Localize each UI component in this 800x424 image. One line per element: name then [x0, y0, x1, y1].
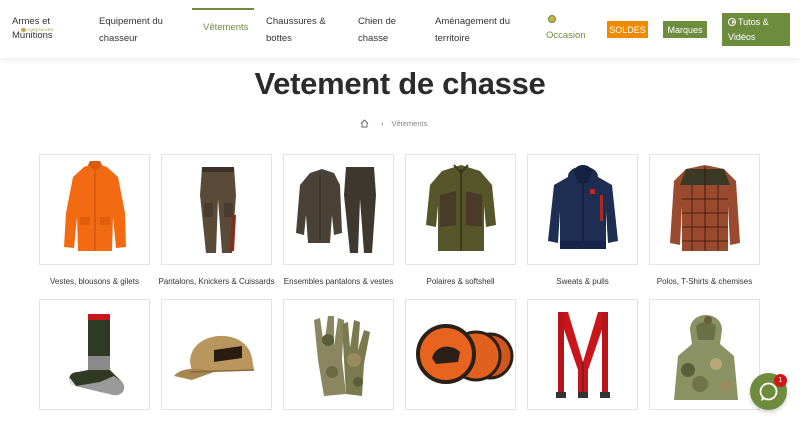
occasion-icon	[548, 15, 556, 23]
tutos-videos-button[interactable]: Tutos & Vidéos	[722, 13, 790, 46]
camo-hood-icon	[674, 315, 738, 400]
green-fleece-icon	[426, 164, 496, 251]
nav-label: territoire	[435, 33, 470, 44]
cap-icon	[174, 335, 255, 380]
play-icon	[728, 17, 736, 26]
category-caption[interactable]: Sweats & pulls	[515, 277, 650, 286]
nav-label: Aménagement du	[435, 16, 510, 27]
navy-hoodie-icon	[548, 165, 618, 249]
category-card-casquettes[interactable]	[161, 299, 272, 410]
category-caption[interactable]: Ensembles pantalons & vestes	[271, 277, 406, 286]
brown-trousers-icon	[200, 167, 236, 253]
nav-chien[interactable]: Chien de chasse	[358, 13, 396, 47]
main-navigation: Armes et Munitions CHASSEURS Equipement …	[0, 0, 800, 58]
nav-chaussures[interactable]: Chaussures & bottes	[266, 13, 326, 47]
tutos-label: Tutos &	[738, 16, 769, 27]
nav-label: chasse	[358, 33, 389, 44]
nav-vetements[interactable]: Vêtements	[203, 22, 248, 33]
camo-gloves-icon	[314, 316, 370, 396]
socks-icon	[69, 314, 125, 396]
patches-icon	[416, 324, 514, 384]
nav-occasion[interactable]: Occasion	[546, 30, 586, 41]
category-card-bretelles[interactable]	[527, 299, 638, 410]
jacket-trousers-set-icon	[296, 167, 376, 253]
breadcrumb-current: Vêtements	[391, 119, 428, 128]
home-icon[interactable]	[360, 119, 369, 128]
page-title: Vetement de chasse	[254, 66, 546, 101]
nav-label: Equipement du	[99, 16, 163, 27]
nav-label: Chaussures &	[266, 16, 326, 27]
chat-notification-badge: 1	[774, 374, 787, 387]
nav-label: bottes	[266, 33, 292, 44]
category-caption[interactable]: Polos, T-Shirts & chemises	[637, 277, 772, 286]
plaid-shirt-icon	[670, 165, 740, 251]
nav-amenagement[interactable]: Aménagement du territoire	[435, 13, 510, 47]
category-card-sweats[interactable]	[527, 154, 638, 265]
orange-jacket-icon	[64, 161, 126, 251]
marques-button[interactable]: Marques	[663, 21, 707, 38]
category-caption[interactable]: Pantalons, Knickers & Cuissards	[149, 277, 284, 286]
category-card-polos[interactable]	[649, 154, 760, 265]
small-brand-logo: CHASSEURS	[21, 27, 54, 32]
suspenders-icon	[556, 312, 610, 398]
soldes-button[interactable]: SOLDES	[607, 21, 648, 38]
category-caption[interactable]: Vestes, blousons & gilets	[27, 277, 162, 286]
category-card-polaires[interactable]	[405, 154, 516, 265]
category-card-cagoules[interactable]	[649, 299, 760, 410]
breadcrumb: › Vêtements	[360, 119, 427, 128]
category-card-pantalons[interactable]	[161, 154, 272, 265]
category-card-vestes[interactable]	[39, 154, 150, 265]
chevron-right-icon: ›	[381, 119, 384, 128]
nav-label: Chien de	[358, 16, 397, 27]
category-card-ensembles[interactable]	[283, 154, 394, 265]
category-card-chaussettes[interactable]	[39, 299, 150, 410]
category-card-gants[interactable]	[283, 299, 394, 410]
nav-label: chasseur	[99, 33, 138, 44]
nav-equipement[interactable]: Equipement du chasseur	[99, 13, 163, 47]
active-tab-indicator	[192, 8, 254, 10]
tutos-label: Vidéos	[728, 31, 756, 42]
category-caption[interactable]: Polaires & softshell	[393, 277, 528, 286]
category-card-ecussons[interactable]	[405, 299, 516, 410]
